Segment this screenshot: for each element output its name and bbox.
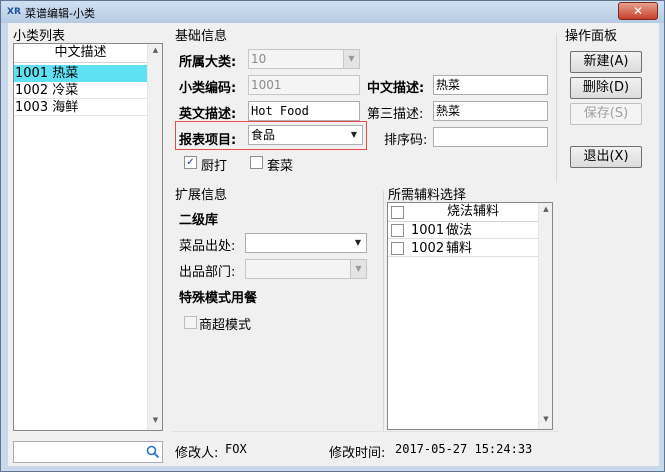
modifier-value: FOX (225, 442, 247, 456)
kitchen-print-label: 厨打 (201, 159, 228, 174)
sort-code-field[interactable] (433, 127, 548, 147)
new-button[interactable]: 新建(A) (570, 51, 642, 73)
dept-select: ▼ (245, 259, 367, 279)
dept-label: 出品部门: (179, 265, 236, 280)
search-icon[interactable] (146, 445, 160, 459)
select-all-checkbox[interactable] (391, 206, 404, 219)
set-meal-label: 套菜 (267, 159, 294, 174)
report-item-label: 报表项目: (179, 133, 237, 148)
sort-code-label: 排序码: (384, 133, 428, 148)
accessory-code: 1002 (411, 241, 445, 256)
subclass-code-field: 1001 (248, 75, 360, 95)
accessory-name: 辅料 (446, 241, 473, 256)
en-desc-label: 英文描述: (179, 107, 237, 122)
row-checkbox[interactable] (391, 242, 404, 255)
category-label: 所属大类: (179, 55, 237, 70)
modifier-label: 修改人: (175, 446, 219, 461)
close-button[interactable]: ✕ (618, 2, 658, 20)
level2-title: 二级库 (179, 213, 219, 228)
third-desc-field[interactable]: 熱菜 (433, 101, 548, 121)
delete-button[interactable]: 删除(D) (570, 77, 642, 99)
chevron-down-icon: ▼ (350, 260, 366, 278)
dialog-window: XR 菜谱编辑-小类 ✕ 小类列表 中文描述 1001 热菜 1002 冷菜 1… (0, 0, 665, 472)
scroll-up-icon[interactable]: ▲ (148, 46, 163, 54)
client-area: 小类列表 中文描述 1001 热菜 1002 冷菜 1003 海鲜 ▲ ▼ 基础… (8, 23, 659, 466)
scroll-down-icon[interactable]: ▼ (148, 416, 163, 424)
accessory-code: 1001 (411, 223, 445, 238)
subclass-list-title: 小类列表 (13, 29, 66, 44)
cn-desc-label: 中文描述: (367, 81, 425, 96)
set-meal-checkbox[interactable] (250, 156, 263, 169)
window-title: 菜谱编辑-小类 (25, 7, 95, 20)
row-checkbox[interactable] (391, 224, 404, 237)
save-button[interactable]: 保存(S) (570, 103, 642, 125)
list-item[interactable]: 1003 海鲜 (14, 99, 147, 116)
supermarket-mode-label: 商超模式 (199, 318, 252, 333)
subclass-search-input[interactable] (13, 441, 163, 463)
accessories-list[interactable]: 烧法辅料 1001 做法 1002 辅料 ▲ ▼ (387, 202, 553, 430)
accessories-scrollbar[interactable]: ▲ ▼ (538, 203, 552, 429)
scroll-down-icon[interactable]: ▼ (539, 415, 553, 423)
list-scrollbar[interactable]: ▲ ▼ (147, 44, 162, 430)
special-mode-title: 特殊模式用餐 (179, 291, 258, 306)
subclass-list[interactable]: 中文描述 1001 热菜 1002 冷菜 1003 海鲜 ▲ ▼ (13, 43, 163, 431)
chevron-down-icon[interactable]: ▼ (350, 234, 366, 252)
origin-label: 菜品出处: (179, 239, 236, 254)
accessory-name: 做法 (446, 223, 473, 238)
list-item[interactable]: 1001 热菜 (14, 65, 147, 82)
modified-time-label: 修改时间: (329, 446, 386, 461)
origin-select[interactable]: ▼ (245, 233, 367, 253)
cn-desc-field[interactable]: 热菜 (433, 75, 548, 95)
report-item-select-value: 食品 (251, 128, 276, 142)
accessories-header: 烧法辅料 (388, 203, 538, 222)
en-desc-field[interactable]: Hot Food (248, 101, 360, 121)
chevron-down-icon[interactable]: ▼ (346, 126, 362, 144)
subclass-list-header[interactable]: 中文描述 (14, 44, 147, 63)
third-desc-label: 第三描述: (367, 107, 424, 122)
supermarket-mode-checkbox[interactable] (184, 316, 197, 329)
table-row[interactable]: 1002 辅料 (388, 240, 538, 257)
scroll-up-icon[interactable]: ▲ (539, 205, 553, 213)
operation-panel-title: 操作面板 (565, 29, 618, 44)
category-select-value: 10 (251, 52, 267, 66)
subclass-code-label: 小类编码: (179, 81, 237, 96)
table-row[interactable]: 1001 做法 (388, 222, 538, 239)
report-item-select[interactable]: 食品 ▼ (248, 125, 363, 145)
kitchen-print-checkbox[interactable]: ✓ (184, 156, 197, 169)
title-bar[interactable]: XR 菜谱编辑-小类 ✕ (1, 1, 664, 23)
chevron-down-icon: ▼ (343, 50, 359, 68)
exit-button[interactable]: 退出(X) (570, 146, 642, 168)
category-select: 10 ▼ (248, 49, 360, 69)
modified-time-value: 2017-05-27 15:24:33 (395, 442, 533, 456)
app-logo-icon: XR (7, 7, 21, 17)
accessories-column-header[interactable]: 烧法辅料 (408, 203, 538, 221)
status-footer: 修改人: FOX 修改时间: 2017-05-27 15:24:33 (171, 431, 558, 461)
accessories-title: 所需辅料选择 (388, 188, 467, 203)
list-item[interactable]: 1002 冷菜 (14, 82, 147, 99)
